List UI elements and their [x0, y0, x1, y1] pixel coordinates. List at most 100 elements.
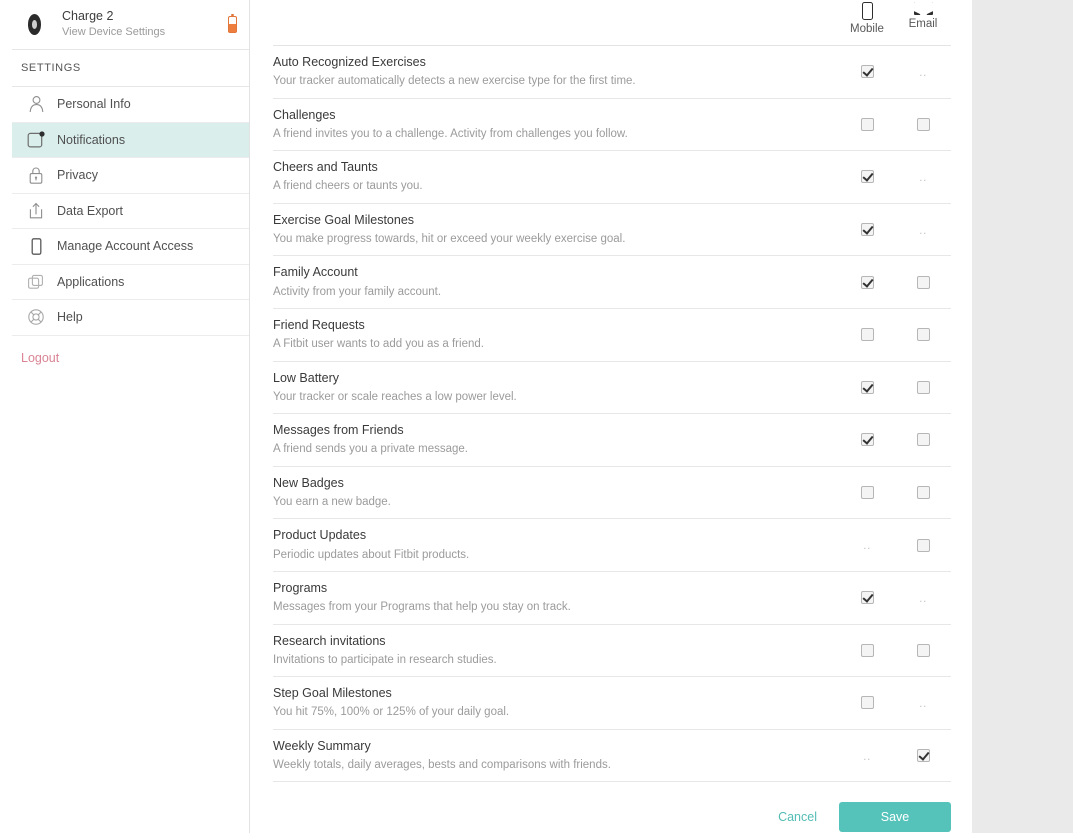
notification-row: Family AccountActivity from your family … [273, 256, 951, 309]
email-cell [895, 381, 951, 394]
sidebar-item-label: Privacy [51, 168, 98, 182]
mobile-checkbox[interactable] [861, 223, 874, 236]
email-cell [895, 118, 951, 131]
mobile-cell [839, 65, 895, 78]
mobile-checkbox[interactable] [861, 276, 874, 289]
device-name: Charge 2 [62, 9, 228, 25]
sidebar-item-label: Help [51, 310, 83, 324]
notification-text: Research invitationsInvitations to parti… [273, 632, 839, 669]
email-cell: .. [895, 171, 951, 183]
mobile-checkbox[interactable] [861, 170, 874, 183]
notification-description: Weekly totals, daily averages, bests and… [273, 757, 829, 774]
mobile-cell [839, 118, 895, 131]
notification-title: Weekly Summary [273, 737, 829, 755]
email-cell [895, 539, 951, 552]
column-header-mobile: Mobile [839, 2, 895, 35]
notification-title: Cheers and Taunts [273, 158, 829, 176]
mobile-checkbox[interactable] [861, 433, 874, 446]
notification-row: Low BatteryYour tracker or scale reaches… [273, 362, 951, 415]
sidebar-item-label: Applications [51, 275, 124, 289]
email-checkbox[interactable] [917, 486, 930, 499]
device-settings-link[interactable]: View Device Settings [62, 26, 228, 40]
notification-row: Auto Recognized ExercisesYour tracker au… [273, 46, 951, 99]
mobile-cell [839, 591, 895, 604]
device-header[interactable]: Charge 2 View Device Settings [12, 0, 249, 50]
notification-row: ChallengesA friend invites you to a chal… [273, 99, 951, 152]
email-unavailable: .. [919, 66, 927, 78]
mobile-checkbox[interactable] [861, 486, 874, 499]
save-button[interactable]: Save [839, 802, 951, 832]
column-header-row: Mobile Email [273, 0, 951, 45]
notification-text: Exercise Goal MilestonesYou make progres… [273, 211, 839, 248]
stacked-squares-icon [21, 273, 51, 291]
notification-text: Friend Requests A Fitbit user wants to ad… [273, 316, 839, 353]
email-checkbox[interactable] [917, 381, 930, 394]
mobile-checkbox[interactable] [861, 591, 874, 604]
notifications-panel: Mobile Email Auto Recognized ExercisesYo… [273, 0, 951, 833]
cancel-button[interactable]: Cancel [774, 804, 821, 830]
notification-title: Programs [273, 579, 829, 597]
tracker-icon [20, 14, 48, 35]
notification-row: Exercise Goal MilestonesYou make progres… [273, 204, 951, 257]
notification-square-icon [21, 131, 51, 149]
person-icon [21, 95, 51, 113]
email-checkbox[interactable] [917, 118, 930, 131]
mobile-checkbox[interactable] [861, 381, 874, 394]
notification-text: Product UpdatesPeriodic updates about Fi… [273, 526, 839, 563]
notification-description: A Fitbit user wants to add you as a frie… [273, 336, 829, 353]
notification-row: Messages from FriendsA friend sends you … [273, 414, 951, 467]
settings-page: Charge 2 View Device Settings SETTINGS P… [0, 0, 1073, 833]
mobile-cell [839, 644, 895, 657]
mobile-checkbox[interactable] [861, 696, 874, 709]
email-checkbox[interactable] [917, 539, 930, 552]
sidebar-item-privacy[interactable]: Privacy [12, 158, 249, 194]
mobile-checkbox[interactable] [861, 65, 874, 78]
notification-description: Your tracker or scale reaches a low powe… [273, 389, 829, 406]
upload-icon [21, 201, 51, 220]
notification-title: Family Account [273, 263, 829, 281]
email-checkbox[interactable] [917, 644, 930, 657]
logout-link[interactable]: Logout [21, 351, 59, 365]
notification-text: Low BatteryYour tracker or scale reaches… [273, 369, 839, 406]
logout-row: Logout [12, 336, 249, 381]
mobile-checkbox[interactable] [861, 328, 874, 341]
mobile-checkbox[interactable] [861, 118, 874, 131]
notification-text: Auto Recognized ExercisesYour tracker au… [273, 53, 839, 90]
email-cell: .. [895, 66, 951, 78]
envelope-icon [914, 2, 933, 15]
notification-text: Step Goal MilestonesYou hit 75%, 100% or… [273, 684, 839, 721]
notification-title: Messages from Friends [273, 421, 829, 439]
sidebar: Charge 2 View Device Settings SETTINGS P… [12, 0, 250, 833]
notification-title: Auto Recognized Exercises [273, 53, 829, 71]
email-checkbox[interactable] [917, 328, 930, 341]
email-cell [895, 644, 951, 657]
notification-row: New BadgesYou earn a new badge. [273, 467, 951, 520]
notification-description: A friend cheers or taunts you. [273, 178, 829, 195]
notification-title: Friend Requests [273, 316, 829, 334]
notification-row: Step Goal MilestonesYou hit 75%, 100% or… [273, 677, 951, 730]
email-unavailable: .. [919, 592, 927, 604]
sidebar-item-label: Personal Info [51, 97, 131, 111]
notification-title: Research invitations [273, 632, 829, 650]
mobile-cell: .. [839, 750, 895, 762]
notification-title: Challenges [273, 106, 829, 124]
email-cell: .. [895, 592, 951, 604]
notification-description: Messages from your Programs that help yo… [273, 599, 829, 616]
notification-row: Programs Messages from your Programs that… [273, 572, 951, 625]
sidebar-item-manage-account-access[interactable]: Manage Account Access [12, 229, 249, 265]
email-checkbox[interactable] [917, 749, 930, 762]
sidebar-item-help[interactable]: Help [12, 300, 249, 336]
email-cell: .. [895, 697, 951, 709]
sidebar-item-label: Data Export [51, 204, 123, 218]
email-cell [895, 486, 951, 499]
notifications-list: Auto Recognized ExercisesYour tracker au… [273, 45, 951, 782]
email-checkbox[interactable] [917, 276, 930, 289]
mobile-cell [839, 328, 895, 341]
sidebar-item-applications[interactable]: Applications [12, 265, 249, 301]
sidebar-item-data-export[interactable]: Data Export [12, 194, 249, 230]
email-checkbox[interactable] [917, 433, 930, 446]
sidebar-item-personal-info[interactable]: Personal Info [12, 87, 249, 123]
mobile-checkbox[interactable] [861, 644, 874, 657]
sidebar-item-notifications[interactable]: Notifications [12, 123, 249, 159]
notification-text: Programs Messages from your Programs that… [273, 579, 839, 616]
